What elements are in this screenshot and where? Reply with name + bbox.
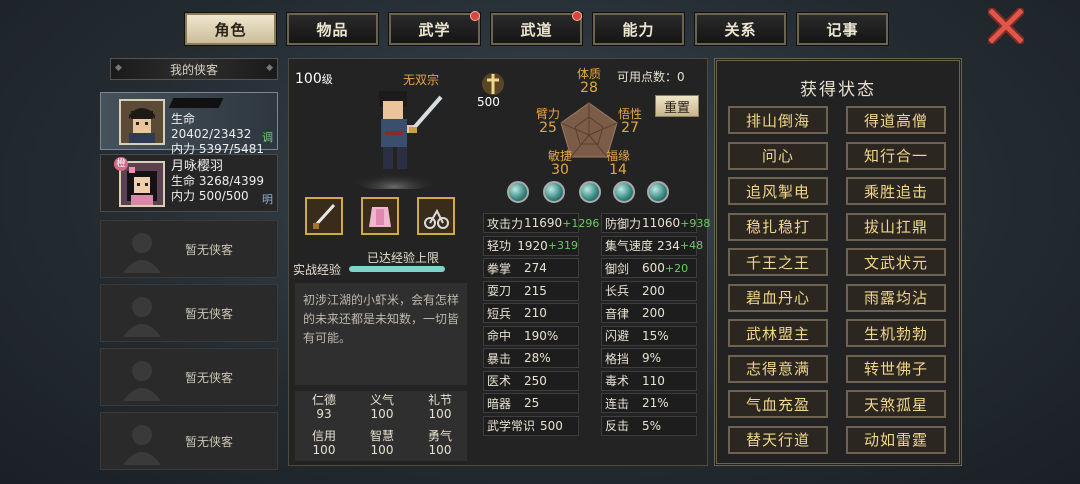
weapon-slot[interactable] — [305, 197, 343, 235]
status-item[interactable]: 动如雷霆 — [846, 425, 946, 454]
stat-cell: 攻击力 11690 +1296 — [483, 213, 599, 233]
status-item[interactable]: 追风掣电 — [728, 177, 828, 205]
stat-cell: 武学常识 500 — [483, 415, 579, 436]
bio-text: 初涉江湖的小虾米，会有怎样的未来还都是未知数，一切皆有可能。 — [295, 283, 467, 385]
notification-dot-icon — [572, 11, 582, 21]
virtue-cell: 信用 100 — [311, 429, 336, 457]
tab-martial-way[interactable]: 武道 — [490, 11, 583, 46]
gem-slot[interactable] — [543, 181, 565, 203]
stat-cell: 格挡 9% — [601, 348, 697, 368]
power-icon — [482, 73, 504, 95]
status-item[interactable]: 生机勃勃 — [846, 319, 946, 347]
level-label: 100级 — [295, 71, 333, 87]
stat-cell: 拳掌 274 — [483, 258, 579, 278]
power-value: 500 — [477, 95, 500, 109]
stat-cell: 短兵 210 — [483, 303, 579, 323]
status-item[interactable]: 志得意满 — [728, 354, 828, 383]
hero-name: 月咏樱羽 — [171, 159, 224, 174]
tab-character[interactable]: 角色 — [184, 12, 277, 46]
status-item[interactable]: 知行合一 — [846, 141, 946, 170]
virtue-cell: 礼节 100 — [427, 393, 452, 421]
close-icon[interactable] — [988, 8, 1024, 44]
notification-dot-icon — [470, 11, 480, 21]
gem-slot[interactable] — [613, 181, 635, 203]
status-item[interactable]: 排山倒海 — [728, 106, 828, 134]
hero-tag: 调 — [262, 131, 273, 144]
empty-hero-slot[interactable]: 暂无侠客 — [100, 220, 278, 278]
attr-wuxing: 悟性 27 — [617, 107, 642, 136]
stat-cell: 医术 250 — [483, 370, 579, 391]
status-panel: 获得状态 排山倒海 得道高僧 问心 知行合一 追风掣电 乘胜追击 稳扎稳打 拔山扛鼎 千王之王文… — [714, 58, 962, 466]
status-item[interactable]: 问心 — [728, 141, 828, 170]
exp-bar — [349, 266, 445, 272]
attr-bili: 臂力 25 — [535, 107, 560, 136]
hero-list-header: 我的侠客 — [110, 58, 278, 80]
free-points: 可用点数：0 — [617, 70, 685, 84]
character-sprite — [349, 91, 443, 189]
virtue-cell: 勇气 100 — [427, 429, 452, 457]
virtue-cell: 仁德 93 — [311, 393, 336, 421]
attr-tizhi: 体质 28 — [576, 67, 601, 96]
gem-slot[interactable] — [647, 181, 669, 203]
armor-slot[interactable] — [361, 197, 399, 235]
status-item[interactable]: 气血充盈 — [728, 390, 828, 418]
status-item[interactable]: 武林盟主 — [728, 319, 828, 347]
stat-cell: 御剑 600 +20 — [601, 258, 697, 278]
status-item[interactable]: 雨露均沾 — [846, 283, 946, 312]
tab-martial-arts[interactable]: 武学 — [388, 11, 481, 46]
status-item[interactable]: 文武状元 — [846, 248, 946, 276]
empty-hero-slot[interactable]: 暂无侠客 — [100, 412, 278, 470]
virtues-grid: 仁德 93 义气 100 礼节 100 信用 100 智慧 100 勇气 100 — [295, 391, 467, 461]
hero-avatar — [119, 99, 165, 145]
attr-minjie: 敏捷 30 — [547, 149, 572, 178]
exp-text: 已达经验上限 — [367, 251, 440, 265]
hero-card-1[interactable]: 生命 20402/23432 内力 5397/5481 调 — [100, 92, 278, 156]
hero-tag: 明 — [262, 193, 273, 206]
stat-cell: 命中 190% — [483, 325, 579, 346]
stat-cell: 反击 5% — [601, 415, 697, 436]
stat-cell: 闪避 15% — [601, 325, 697, 346]
mount-slot[interactable] — [417, 197, 455, 235]
attr-fuyuan: 福缘 14 — [605, 149, 630, 178]
stat-cell: 音律 200 — [601, 303, 697, 323]
tab-ability[interactable]: 能力 — [592, 12, 685, 46]
character-panel: 100级 无双宗 实战经验 已达经验上限 初涉江湖的小虾米，会有怎样的未来还都是… — [288, 58, 710, 466]
status-item[interactable]: 转世佛子 — [846, 354, 946, 383]
tab-relations[interactable]: 关系 — [694, 12, 787, 46]
tab-items[interactable]: 物品 — [286, 12, 379, 46]
status-item[interactable]: 替天行道 — [728, 425, 828, 454]
virtue-cell: 义气 100 — [369, 393, 394, 421]
tab-journal[interactable]: 记事 — [796, 12, 889, 46]
stat-cell: 集气速度 234 +48 — [601, 235, 703, 256]
stat-cell: 耍刀 215 — [483, 280, 579, 301]
status-item[interactable]: 拔山扛鼎 — [846, 212, 946, 241]
exp-label: 实战经验 — [293, 263, 342, 277]
hero-badge: 橙 — [114, 157, 128, 171]
stat-cell: 暗器 25 — [483, 393, 579, 413]
gem-slot[interactable] — [579, 181, 601, 203]
status-item[interactable]: 碧血丹心 — [728, 283, 828, 312]
status-item[interactable]: 天煞孤星 — [846, 390, 946, 418]
status-title: 获得状态 — [800, 80, 876, 100]
status-item[interactable]: 稳扎稳打 — [728, 212, 828, 241]
empty-hero-slot[interactable]: 暂无侠客 — [100, 348, 278, 406]
empty-hero-slot[interactable]: 暂无侠客 — [100, 284, 278, 342]
stat-cell: 防御力 11060 +938 — [601, 213, 710, 233]
status-item[interactable]: 得道高僧 — [846, 106, 946, 134]
stat-cell: 轻功 1920 +319 — [483, 235, 579, 256]
virtue-cell: 智慧 100 — [369, 429, 394, 457]
stat-cell: 长兵 200 — [601, 280, 697, 301]
gem-slot[interactable] — [507, 181, 529, 203]
stat-cell: 毒术 110 — [601, 370, 697, 391]
reset-button[interactable]: 重置 — [655, 95, 699, 117]
status-item[interactable]: 乘胜追击 — [846, 177, 946, 205]
status-item[interactable]: 千王之王 — [728, 248, 828, 276]
hero-card-2[interactable]: 橙 月咏樱羽 生命 3268/4399 内力 500/500 明 — [100, 154, 278, 212]
stat-cell: 连击 21% — [601, 393, 697, 413]
stat-cell: 暴击 28% — [483, 348, 579, 368]
